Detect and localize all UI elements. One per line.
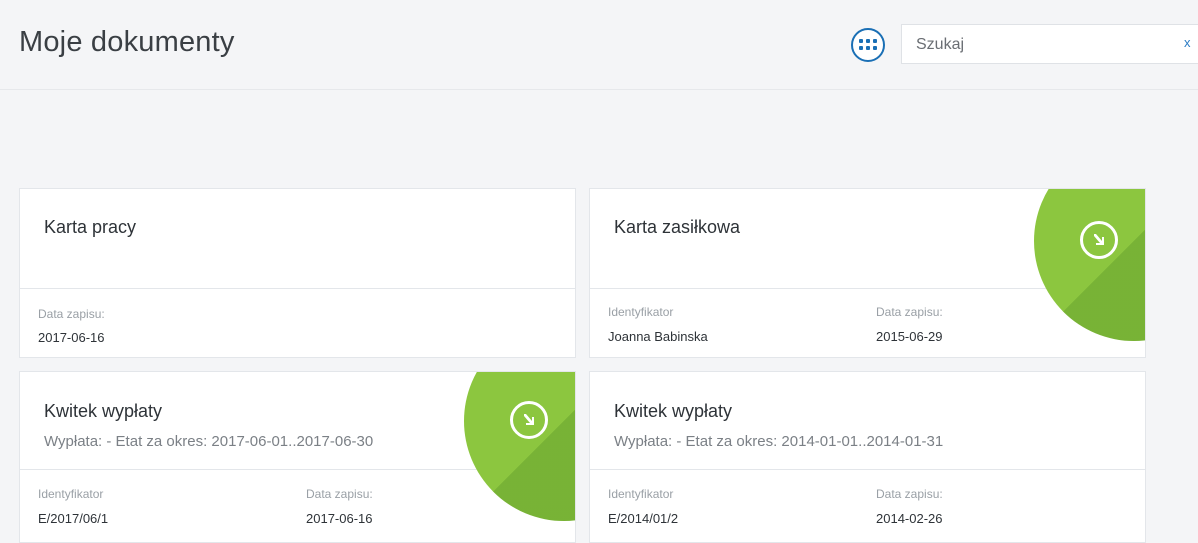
- document-card[interactable]: Kwitek wypłaty Wypłata: - Etat za okres:…: [589, 371, 1146, 543]
- document-subtitle: Wypłata: - Etat za okres: 2014-01-01..20…: [614, 433, 944, 450]
- search-clear-button[interactable]: x: [1184, 35, 1191, 50]
- identifier-value: E/2014/01/2: [608, 511, 679, 526]
- document-title: Kwitek wypłaty: [614, 401, 733, 421]
- date-label: Data zapisu:: [876, 487, 943, 501]
- page-title: Moje dokumenty: [19, 26, 235, 58]
- date-label: Data zapisu:: [306, 487, 373, 501]
- document-card[interactable]: Karta zasiłkowa Identyfikator Joanna Bab…: [589, 188, 1146, 358]
- identifier-value: E/2017/06/1: [38, 511, 109, 526]
- date-label: Data zapisu:: [38, 307, 105, 321]
- grid-icon: [859, 39, 877, 50]
- search-input[interactable]: [916, 34, 1156, 56]
- page-header: Moje dokumenty x: [0, 0, 1198, 90]
- document-title: Karta pracy: [44, 217, 137, 237]
- identifier-value: Joanna Babinska: [608, 329, 708, 344]
- document-title: Karta zasiłkowa: [614, 217, 741, 237]
- view-toggle-button[interactable]: [851, 28, 885, 62]
- date-value: 2017-06-16: [306, 511, 373, 526]
- download-button[interactable]: [464, 372, 575, 521]
- date-value: 2014-02-26: [876, 511, 943, 526]
- date-value: 2017-06-16: [38, 330, 105, 345]
- search-box: x: [901, 24, 1198, 64]
- document-card[interactable]: Kwitek wypłaty Wypłata: - Etat za okres:…: [19, 371, 576, 543]
- download-button[interactable]: [1034, 189, 1145, 341]
- document-title: Kwitek wypłaty: [44, 401, 163, 421]
- identifier-label: Identyfikator: [608, 305, 674, 319]
- document-card[interactable]: Karta pracy Data zapisu: 2017-06-16: [19, 188, 576, 358]
- identifier-label: Identyfikator: [608, 487, 674, 501]
- document-subtitle: Wypłata: - Etat za okres: 2017-06-01..20…: [44, 433, 374, 450]
- download-arrow-icon: [1080, 221, 1118, 259]
- date-value: 2015-06-29: [876, 329, 943, 344]
- card-header: [20, 189, 575, 289]
- identifier-label: Identyfikator: [38, 487, 104, 501]
- date-label: Data zapisu:: [876, 305, 943, 319]
- download-arrow-icon: [510, 401, 548, 439]
